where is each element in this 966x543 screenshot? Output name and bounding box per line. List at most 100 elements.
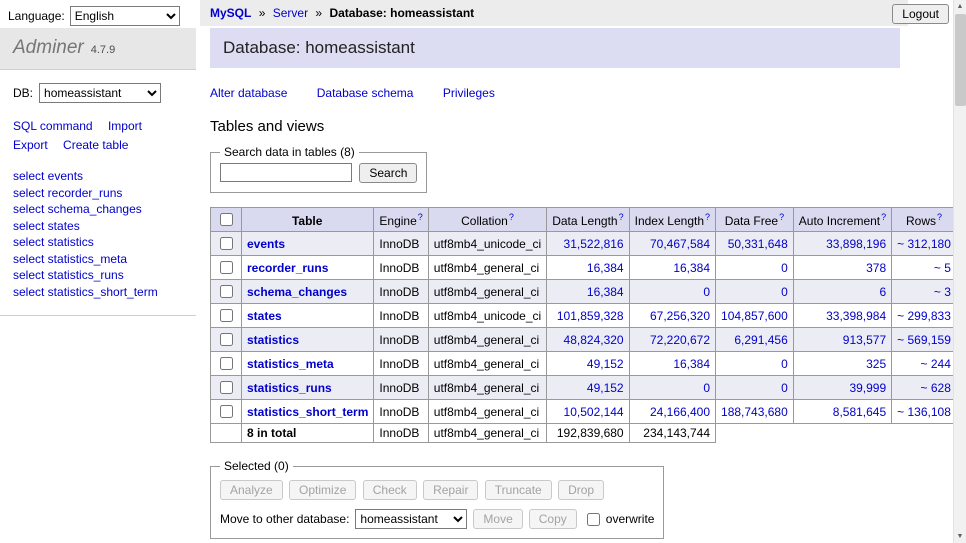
row-checkbox[interactable] (220, 333, 233, 346)
auto-increment-link[interactable]: 39,999 (849, 381, 886, 395)
table-link[interactable]: events (247, 237, 285, 251)
row-checkbox[interactable] (220, 285, 233, 298)
sidebar-import-link[interactable]: Import (108, 119, 142, 133)
help-link[interactable]: ? (779, 212, 784, 222)
sidebar-item-statistics[interactable]: select statistics (13, 234, 183, 251)
logout-button[interactable]: Logout (892, 4, 949, 24)
sidebar-item-statistics-meta[interactable]: select statistics_meta (13, 251, 183, 268)
move-button[interactable]: Move (473, 509, 522, 529)
help-link[interactable]: ? (509, 212, 514, 222)
data-length-link[interactable]: 49,152 (587, 381, 624, 395)
row-checkbox[interactable] (220, 237, 233, 250)
row-checkbox[interactable] (220, 381, 233, 394)
breadcrumb-server-link[interactable]: Server (273, 6, 308, 20)
data-length-link[interactable]: 49,152 (587, 357, 624, 371)
breadcrumb-mysql-link[interactable]: MySQL (210, 6, 251, 20)
index-length-link[interactable]: 70,467,584 (650, 237, 710, 251)
select-all-checkbox[interactable] (220, 213, 233, 226)
help-link[interactable]: ? (937, 212, 942, 222)
rows-link[interactable]: ~ 5 (934, 261, 951, 275)
scrollbar-thumb[interactable] (955, 14, 966, 106)
data-length-link[interactable]: 16,384 (587, 261, 624, 275)
help-link[interactable]: ? (705, 212, 710, 222)
table-link[interactable]: statistics (247, 333, 299, 347)
table-link[interactable]: statistics_short_term (247, 405, 368, 419)
overwrite-checkbox[interactable] (587, 513, 600, 526)
data-free-link[interactable]: 50,331,648 (728, 237, 788, 251)
db-select[interactable]: homeassistant (39, 83, 161, 103)
index-length-link[interactable]: 16,384 (673, 357, 710, 371)
sidebar-item-states[interactable]: select states (13, 218, 183, 235)
rows-link[interactable]: ~ 136,108 (897, 405, 951, 419)
data-free-link[interactable]: 0 (781, 357, 788, 371)
copy-button[interactable]: Copy (529, 509, 577, 529)
search-button[interactable]: Search (359, 163, 417, 183)
language-select[interactable]: English (70, 6, 180, 26)
sidebar-item-events[interactable]: select events (13, 168, 183, 185)
index-length-link[interactable]: 16,384 (673, 261, 710, 275)
sidebar-export-link[interactable]: Export (13, 138, 48, 152)
data-free-link[interactable]: 188,743,680 (721, 405, 788, 419)
data-free-link[interactable]: 0 (781, 261, 788, 275)
optimize-button[interactable]: Optimize (289, 480, 356, 500)
vertical-scrollbar[interactable]: ▲ ▼ (953, 0, 966, 543)
index-length-link[interactable]: 0 (703, 381, 710, 395)
rows-link[interactable]: ~ 312,180 (897, 237, 951, 251)
data-length-link[interactable]: 48,824,320 (564, 333, 624, 347)
privileges-link[interactable]: Privileges (443, 86, 495, 100)
check-button[interactable]: Check (363, 480, 417, 500)
row-checkbox[interactable] (220, 405, 233, 418)
scroll-down-icon[interactable]: ▼ (954, 530, 966, 543)
sidebar-item-recorder-runs[interactable]: select recorder_runs (13, 185, 183, 202)
sidebar-sql-command-link[interactable]: SQL command (13, 119, 93, 133)
auto-increment-link[interactable]: 325 (866, 357, 886, 371)
rows-link[interactable]: ~ 244 (921, 357, 951, 371)
repair-button[interactable]: Repair (423, 480, 478, 500)
sidebar-item-schema-changes[interactable]: select schema_changes (13, 201, 183, 218)
row-checkbox[interactable] (220, 357, 233, 370)
rows-link[interactable]: ~ 569,159 (897, 333, 951, 347)
drop-button[interactable]: Drop (558, 480, 604, 500)
index-length-link[interactable]: 24,166,400 (650, 405, 710, 419)
sidebar-item-statistics-short-term[interactable]: select statistics_short_term (13, 284, 183, 301)
search-input[interactable] (220, 163, 352, 182)
rows-link[interactable]: ~ 299,833 (897, 309, 951, 323)
table-link[interactable]: recorder_runs (247, 261, 328, 275)
help-link[interactable]: ? (619, 212, 624, 222)
data-length-link[interactable]: 16,384 (587, 285, 624, 299)
row-checkbox[interactable] (220, 261, 233, 274)
analyze-button[interactable]: Analyze (220, 480, 283, 500)
sidebar-item-statistics-runs[interactable]: select statistics_runs (13, 267, 183, 284)
rows-link[interactable]: ~ 628 (921, 381, 951, 395)
data-free-link[interactable]: 104,857,600 (721, 309, 788, 323)
database-schema-link[interactable]: Database schema (317, 86, 414, 100)
data-free-link[interactable]: 6,291,456 (734, 333, 787, 347)
help-link[interactable]: ? (881, 212, 886, 222)
data-length-link[interactable]: 31,522,816 (564, 237, 624, 251)
auto-increment-link[interactable]: 33,398,984 (826, 309, 886, 323)
auto-increment-link[interactable]: 913,577 (843, 333, 886, 347)
help-link[interactable]: ? (418, 212, 423, 222)
auto-increment-link[interactable]: 8,581,645 (833, 405, 886, 419)
truncate-button[interactable]: Truncate (485, 480, 552, 500)
move-database-select[interactable]: homeassistant (355, 509, 467, 529)
table-link[interactable]: statistics_meta (247, 357, 334, 371)
index-length-link[interactable]: 67,256,320 (650, 309, 710, 323)
data-free-link[interactable]: 0 (781, 381, 788, 395)
row-checkbox[interactable] (220, 309, 233, 322)
table-link[interactable]: schema_changes (247, 285, 347, 299)
data-free-link[interactable]: 0 (781, 285, 788, 299)
alter-database-link[interactable]: Alter database (210, 86, 287, 100)
scroll-up-icon[interactable]: ▲ (954, 0, 966, 13)
data-length-link[interactable]: 101,859,328 (557, 309, 624, 323)
index-length-link[interactable]: 0 (703, 285, 710, 299)
index-length-link[interactable]: 72,220,672 (650, 333, 710, 347)
table-link[interactable]: states (247, 309, 282, 323)
auto-increment-link[interactable]: 6 (879, 285, 886, 299)
table-link[interactable]: statistics_runs (247, 381, 332, 395)
rows-link[interactable]: ~ 3 (934, 285, 951, 299)
sidebar-create-table-link[interactable]: Create table (63, 138, 128, 152)
data-length-link[interactable]: 10,502,144 (564, 405, 624, 419)
auto-increment-link[interactable]: 378 (866, 261, 886, 275)
auto-increment-link[interactable]: 33,898,196 (826, 237, 886, 251)
